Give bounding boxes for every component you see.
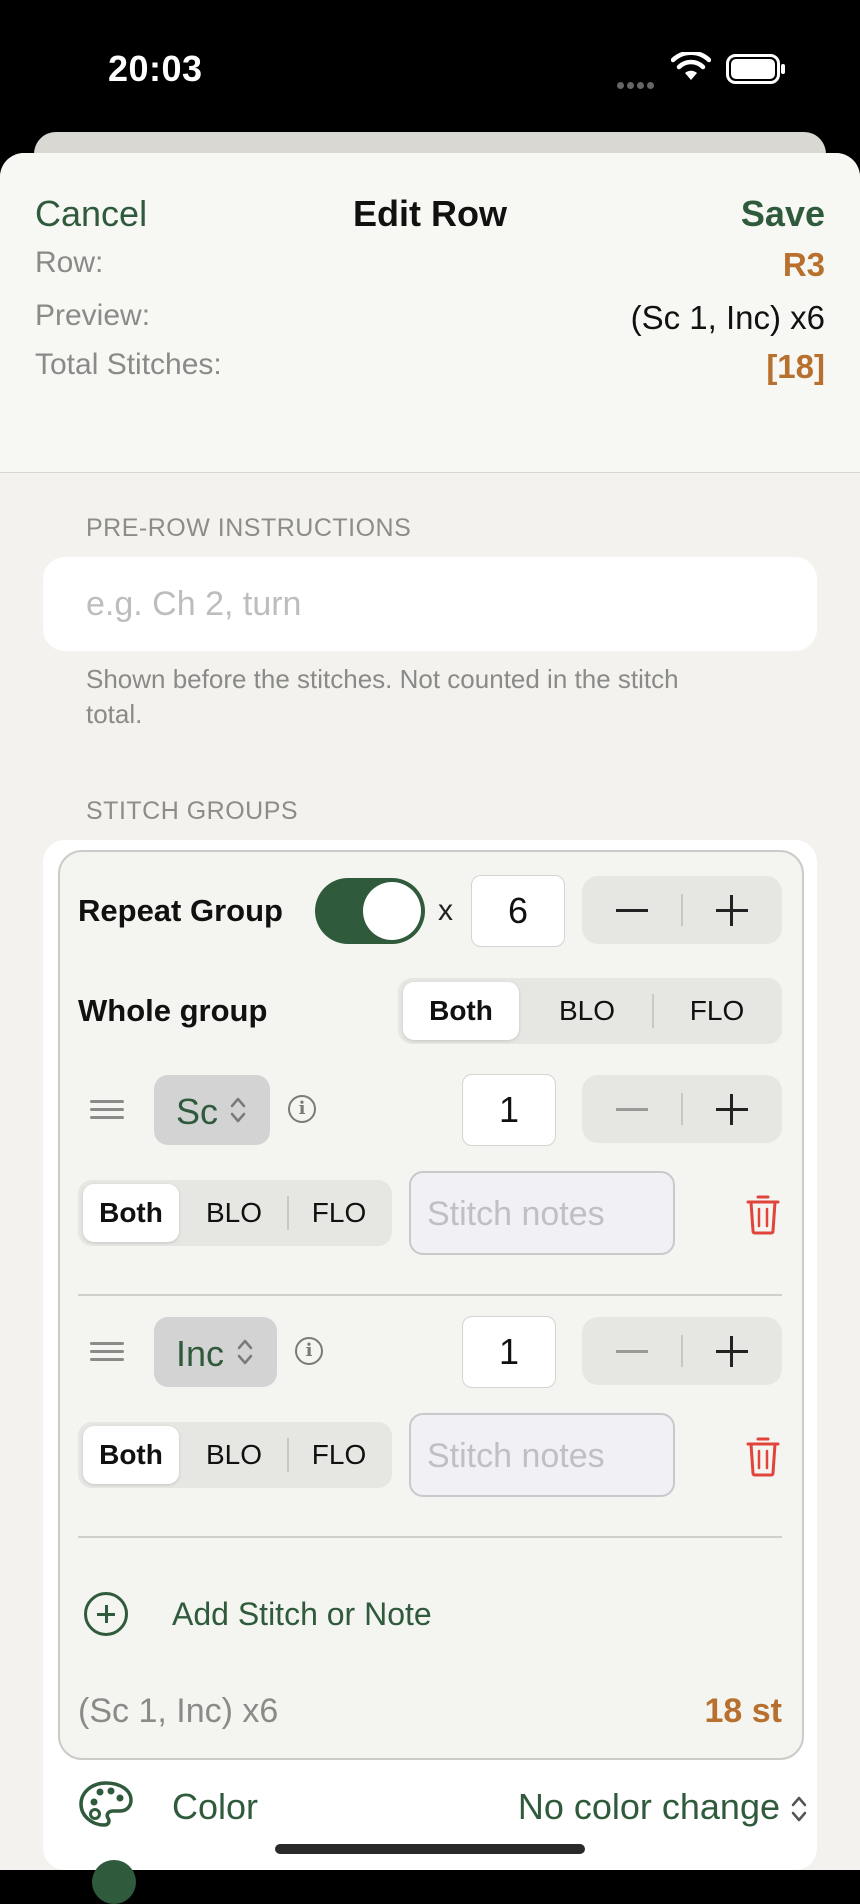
repeat-times-label: x	[438, 894, 453, 927]
total-stitches-value: [18]	[766, 348, 825, 385]
segment-separator	[652, 994, 654, 1028]
next-row-icon	[92, 1860, 136, 1904]
stitch-notes-placeholder: Stitch notes	[427, 1195, 605, 1233]
total-stitches-info: Total Stitches: [18]	[35, 348, 825, 388]
header: Cancel Edit Row Save Row: R3 Preview: (S…	[0, 153, 860, 473]
drag-handle-icon[interactable]	[90, 1100, 124, 1120]
save-button[interactable]: Save	[741, 193, 825, 235]
stitch-increment-button[interactable]	[682, 1317, 782, 1385]
stitch-count-field[interactable]: 1	[462, 1074, 556, 1146]
stitch-loop-segmented: Both BLO FLO	[78, 1180, 392, 1246]
chevron-up-down-icon	[230, 1097, 246, 1123]
stitch-count-stepper	[582, 1317, 782, 1385]
stitch-notes-input[interactable]: Stitch notes	[409, 1413, 675, 1497]
status-time: 20:03	[108, 48, 203, 89]
palette-icon	[79, 1781, 133, 1827]
wifi-icon	[671, 52, 711, 80]
add-stitch-label: Add Stitch or Note	[172, 1596, 432, 1632]
stitch-divider	[78, 1294, 782, 1296]
loop-option-both[interactable]: Both	[83, 1426, 179, 1484]
repeat-decrement-button[interactable]	[582, 876, 682, 944]
color-label: Color	[172, 1786, 259, 1827]
stitch-loop-segmented: Both BLO FLO	[78, 1422, 392, 1488]
stitch-type-picker[interactable]: Inc	[154, 1317, 277, 1387]
stitch-notes-placeholder: Stitch notes	[427, 1437, 605, 1475]
whole-group-loop-segmented: Both BLO FLO	[398, 978, 782, 1044]
stitch-decrement-button[interactable]	[582, 1317, 682, 1385]
stitch-increment-button[interactable]	[682, 1075, 782, 1143]
repeat-count-stepper	[582, 876, 782, 944]
group-summary-text: (Sc 1, Inc) x6	[78, 1692, 279, 1730]
preview-info: Preview: (Sc 1, Inc) x6	[35, 299, 825, 339]
loop-option-blo[interactable]: BLO	[182, 1426, 286, 1484]
pre-row-footnote: Shown before the stitches. Not counted i…	[86, 664, 679, 729]
battery-icon	[726, 54, 785, 84]
pre-row-input[interactable]: e.g. Ch 2, turn	[43, 557, 817, 651]
loop-option-flo[interactable]: FLO	[290, 1426, 388, 1484]
trash-icon[interactable]	[745, 1435, 781, 1477]
segment-separator	[287, 1438, 289, 1472]
status-bar: 20:03	[0, 0, 860, 140]
loop-option-blo[interactable]: BLO	[182, 1184, 286, 1242]
preview-value: (Sc 1, Inc) x6	[630, 299, 825, 336]
page-title: Edit Row	[353, 193, 507, 234]
whole-group-option-flo[interactable]: FLO	[656, 982, 778, 1040]
info-icon[interactable]: i	[288, 1095, 316, 1123]
stitch-groups-section-label: STITCH GROUPS	[86, 797, 299, 825]
pre-row-placeholder: e.g. Ch 2, turn	[86, 585, 302, 623]
row-info: Row: R3	[35, 246, 825, 286]
whole-group-option-blo[interactable]: BLO	[524, 982, 650, 1040]
group-stitch-count: 18 st	[704, 1692, 783, 1730]
repeat-group-label: Repeat Group	[78, 893, 283, 928]
repeat-count-field[interactable]: 6	[471, 875, 565, 947]
repeat-group-toggle[interactable]	[315, 878, 425, 944]
segment-separator	[287, 1196, 289, 1230]
color-picker[interactable]: No color change	[518, 1786, 780, 1828]
toggle-knob	[363, 882, 421, 940]
drag-handle-icon[interactable]	[90, 1342, 124, 1362]
cellular-signal-icon	[617, 76, 657, 94]
stitch-type-picker[interactable]: Sc	[154, 1075, 270, 1145]
chevron-up-down-icon	[791, 1796, 807, 1822]
preview-label: Preview:	[35, 299, 151, 332]
row-value: R3	[782, 246, 825, 283]
repeat-increment-button[interactable]	[682, 876, 782, 944]
stitch-count-field[interactable]: 1	[462, 1316, 556, 1388]
whole-group-option-both[interactable]: Both	[403, 982, 519, 1040]
home-indicator	[275, 1844, 585, 1854]
stitch-notes-input[interactable]: Stitch notes	[409, 1171, 675, 1255]
stitch-divider	[78, 1536, 782, 1538]
info-icon[interactable]: i	[295, 1337, 323, 1365]
chevron-up-down-icon	[237, 1339, 253, 1365]
stitch-count-stepper	[582, 1075, 782, 1143]
row-label: Row:	[35, 246, 104, 279]
stitch-decrement-button[interactable]	[582, 1075, 682, 1143]
total-stitches-label: Total Stitches:	[35, 348, 222, 381]
stitch-type-value: Inc	[176, 1333, 225, 1374]
stitch-type-value: Sc	[176, 1091, 219, 1132]
loop-option-flo[interactable]: FLO	[290, 1184, 388, 1242]
pre-row-section-label: PRE-ROW INSTRUCTIONS	[86, 514, 412, 542]
loop-option-both[interactable]: Both	[83, 1184, 179, 1242]
plus-circle-icon	[84, 1592, 128, 1636]
whole-group-label: Whole group	[78, 993, 268, 1028]
trash-icon[interactable]	[745, 1193, 781, 1235]
